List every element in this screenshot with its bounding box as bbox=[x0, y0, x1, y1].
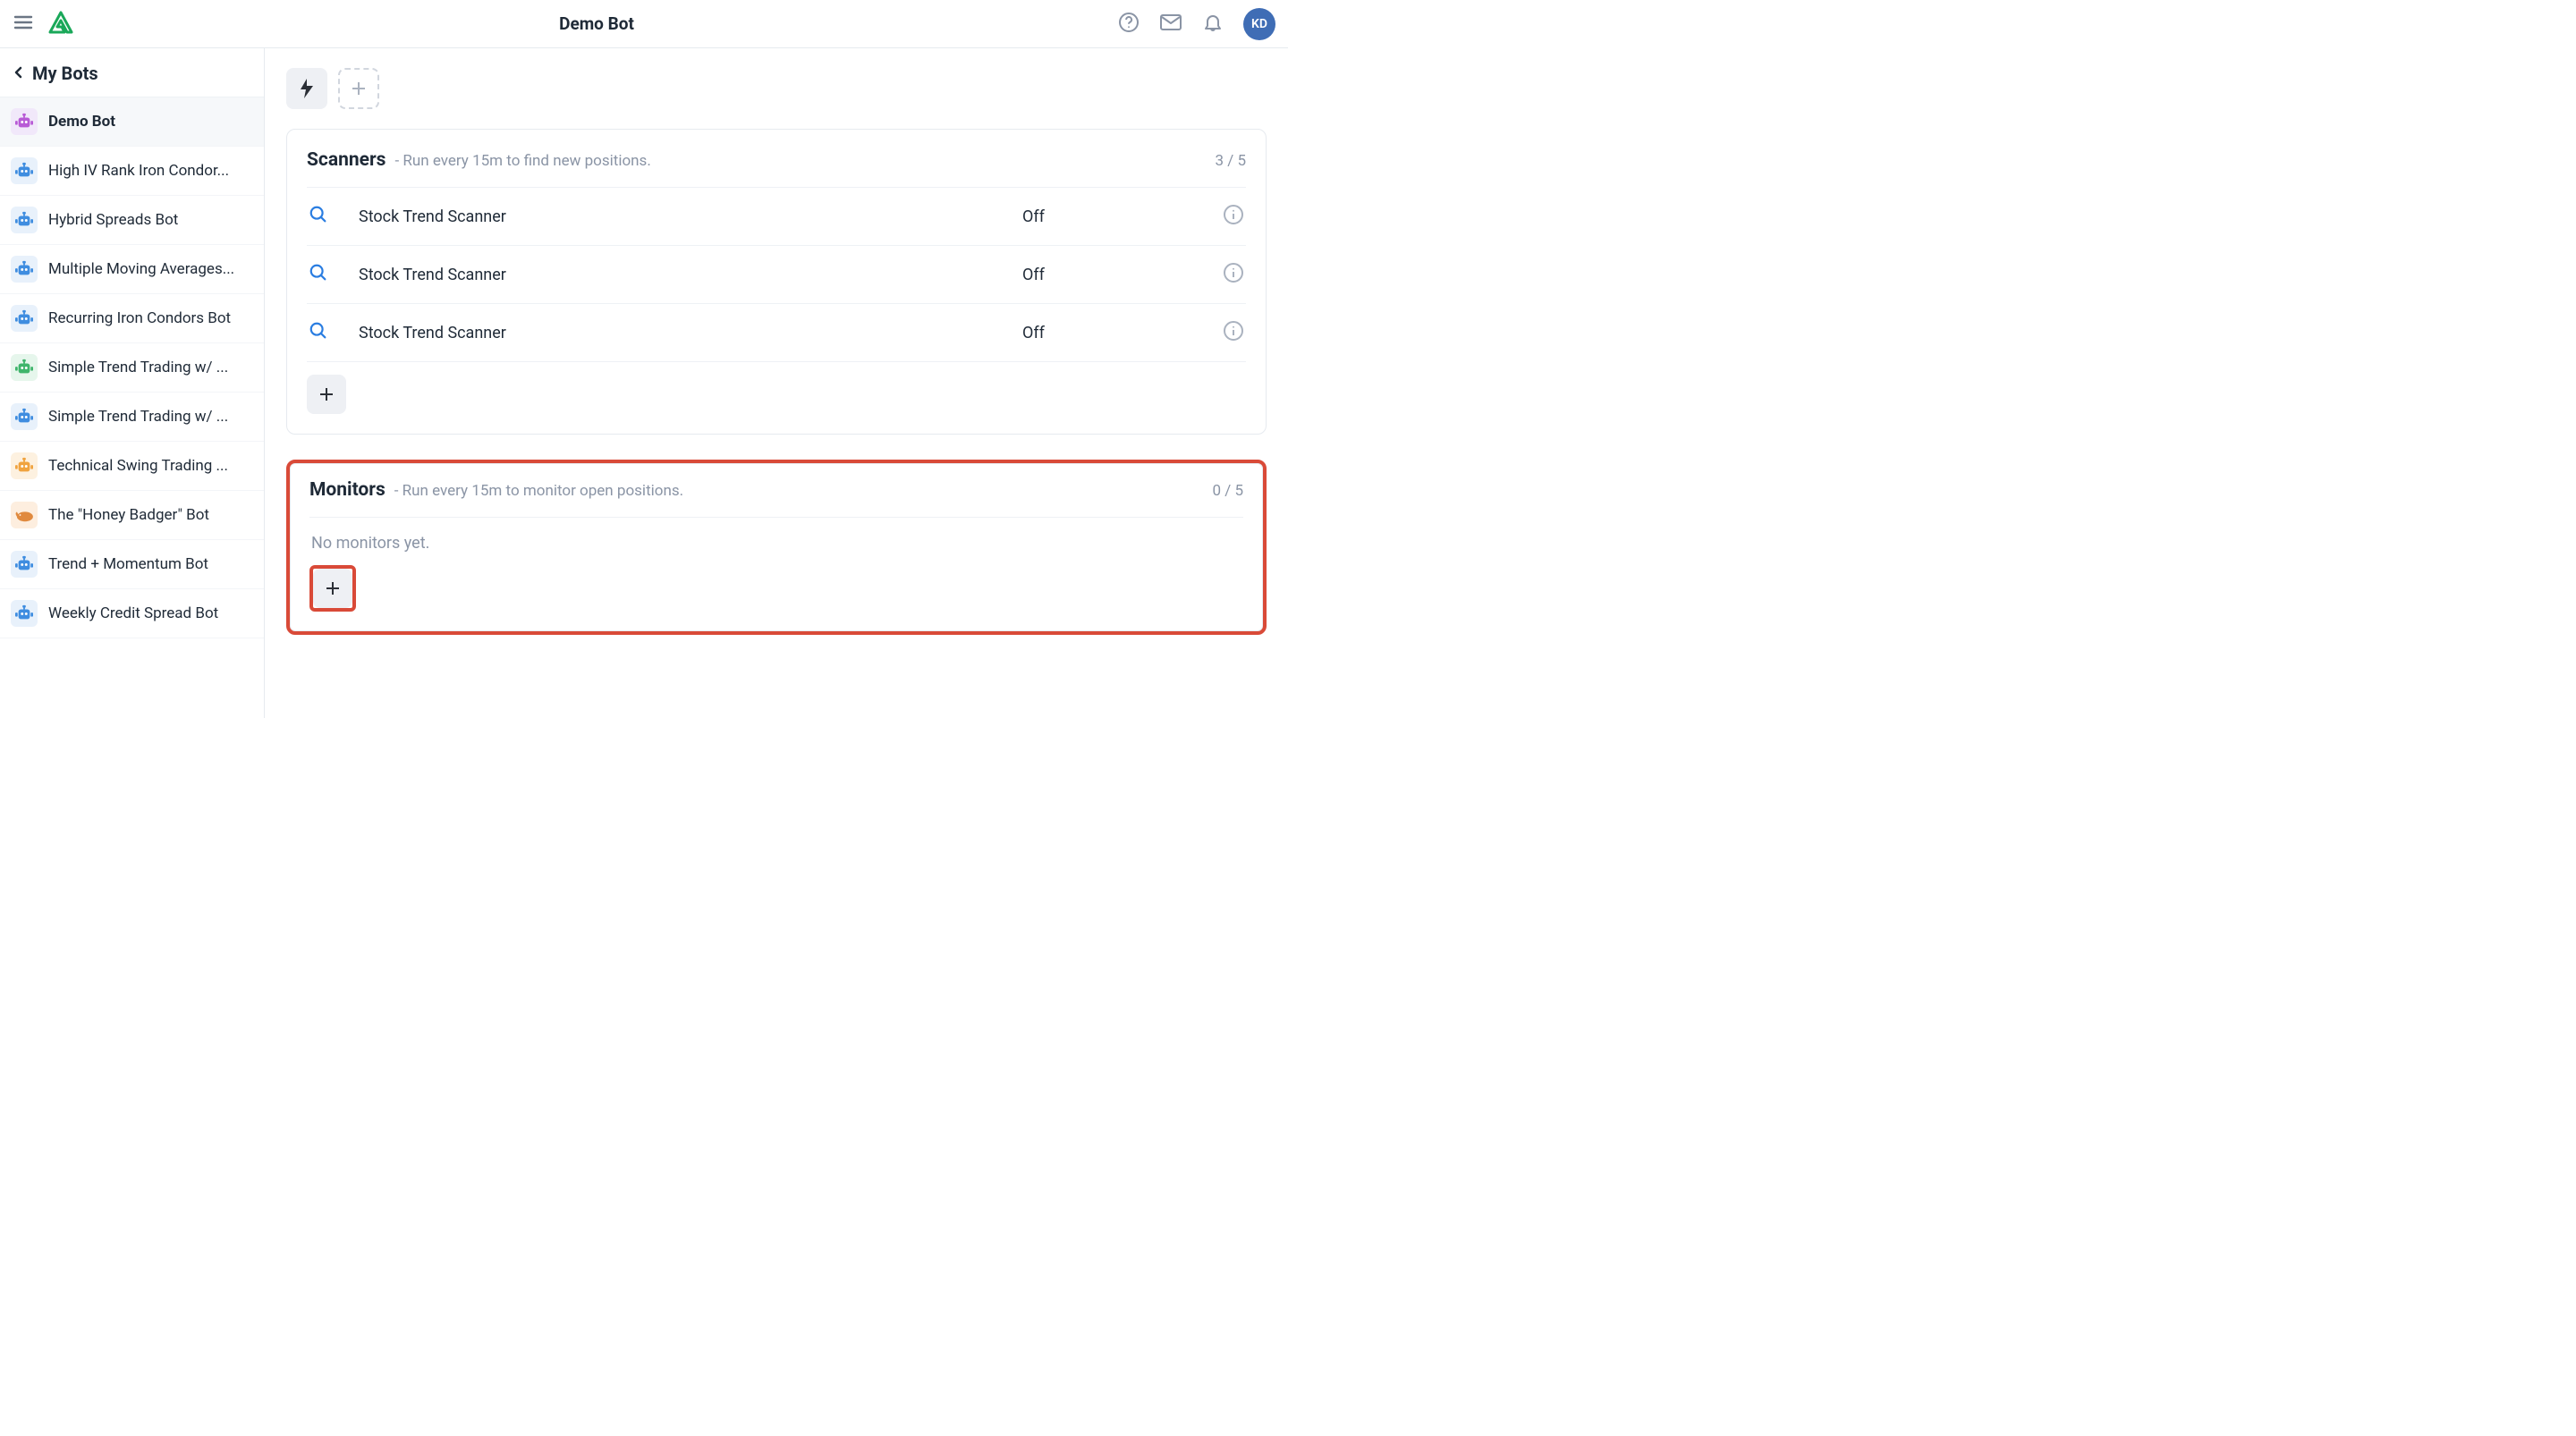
robot-icon bbox=[11, 256, 38, 283]
sidebar-item-label: High IV Rank Iron Condor... bbox=[48, 162, 229, 180]
sidebar-item-label: Simple Trend Trading w/ ... bbox=[48, 408, 228, 426]
info-icon[interactable] bbox=[1223, 320, 1244, 345]
monitors-panel: Monitors - Run every 15m to monitor open… bbox=[286, 460, 1267, 635]
menu-icon[interactable] bbox=[13, 12, 34, 37]
topbar-right: KD bbox=[1118, 8, 1275, 40]
sidebar-item-bot[interactable]: Trend + Momentum Bot bbox=[0, 540, 264, 589]
scanner-name: Stock Trend Scanner bbox=[359, 266, 1022, 284]
search-icon bbox=[309, 205, 359, 228]
scanners-panel: Scanners - Run every 15m to find new pos… bbox=[286, 129, 1267, 435]
sidebar-item-label: Technical Swing Trading ... bbox=[48, 457, 228, 475]
add-scanner-button[interactable] bbox=[307, 375, 346, 414]
robot-icon bbox=[11, 551, 38, 578]
sidebar-item-label: Simple Trend Trading w/ ... bbox=[48, 359, 228, 376]
add-monitor-button[interactable] bbox=[313, 569, 352, 608]
sidebar-title: My Bots bbox=[32, 63, 98, 84]
sidebar-back[interactable]: My Bots bbox=[0, 48, 264, 97]
avatar[interactable]: KD bbox=[1243, 8, 1275, 40]
scanner-status: Off bbox=[1022, 266, 1201, 284]
sidebar-item-label: Demo Bot bbox=[48, 113, 115, 131]
tab-row bbox=[286, 68, 1267, 109]
scanner-row[interactable]: Stock Trend ScannerOff bbox=[307, 188, 1246, 246]
sidebar-item-bot[interactable]: Simple Trend Trading w/ ... bbox=[0, 343, 264, 393]
automations-tab[interactable] bbox=[286, 68, 327, 109]
robot-icon bbox=[11, 502, 38, 528]
sidebar-item-label: Trend + Momentum Bot bbox=[48, 555, 208, 573]
robot-icon bbox=[11, 305, 38, 332]
scanner-name: Stock Trend Scanner bbox=[359, 324, 1022, 342]
sidebar-item-bot[interactable]: Technical Swing Trading ... bbox=[0, 442, 264, 491]
top-bar: Demo Bot KD bbox=[0, 0, 1288, 48]
topbar-left bbox=[13, 9, 75, 39]
sidebar-item-label: Multiple Moving Averages... bbox=[48, 260, 234, 278]
scanners-count: 3 / 5 bbox=[1215, 152, 1246, 170]
sidebar-item-bot[interactable]: Hybrid Spreads Bot bbox=[0, 196, 264, 245]
search-icon bbox=[309, 263, 359, 286]
chevron-left-icon bbox=[13, 65, 25, 82]
main-content: Scanners - Run every 15m to find new pos… bbox=[265, 48, 1288, 718]
scanners-subtitle: - Run every 15m to find new positions. bbox=[394, 152, 650, 170]
sidebar-item-bot[interactable]: The "Honey Badger" Bot bbox=[0, 491, 264, 540]
scanner-name: Stock Trend Scanner bbox=[359, 207, 1022, 226]
sidebar-item-bot[interactable]: High IV Rank Iron Condor... bbox=[0, 147, 264, 196]
search-icon bbox=[309, 321, 359, 344]
sidebar-item-label: Weekly Credit Spread Bot bbox=[48, 604, 218, 622]
robot-icon bbox=[11, 157, 38, 184]
sidebar-item-bot[interactable]: Demo Bot bbox=[0, 97, 264, 147]
robot-icon bbox=[11, 452, 38, 479]
help-icon[interactable] bbox=[1118, 12, 1140, 37]
info-icon[interactable] bbox=[1223, 262, 1244, 287]
add-monitor-highlight bbox=[309, 565, 356, 612]
bot-list: Demo Bot High IV Rank Iron Condor... Hybri… bbox=[0, 97, 264, 638]
sidebar-item-label: Hybrid Spreads Bot bbox=[48, 211, 178, 229]
sidebar-item-bot[interactable]: Simple Trend Trading w/ ... bbox=[0, 393, 264, 442]
page-title: Demo Bot bbox=[559, 13, 634, 34]
monitors-title: Monitors bbox=[309, 479, 386, 501]
sidebar-item-label: Recurring Iron Condors Bot bbox=[48, 309, 231, 327]
monitors-subtitle: - Run every 15m to monitor open position… bbox=[394, 482, 683, 500]
monitors-header: Monitors - Run every 15m to monitor open… bbox=[309, 479, 1243, 518]
scanners-title: Scanners bbox=[307, 149, 386, 171]
scanner-row[interactable]: Stock Trend ScannerOff bbox=[307, 304, 1246, 362]
monitors-count: 0 / 5 bbox=[1212, 482, 1243, 500]
scanner-row[interactable]: Stock Trend ScannerOff bbox=[307, 246, 1246, 304]
add-tab-button[interactable] bbox=[338, 68, 379, 109]
scanner-status: Off bbox=[1022, 207, 1201, 226]
robot-icon bbox=[11, 403, 38, 430]
monitors-empty: No monitors yet. bbox=[309, 518, 1243, 556]
sidebar: My Bots Demo Bot High IV Rank Iron Condor… bbox=[0, 48, 265, 718]
logo-icon[interactable] bbox=[47, 9, 75, 39]
robot-icon bbox=[11, 108, 38, 135]
robot-icon bbox=[11, 600, 38, 627]
sidebar-item-bot[interactable]: Recurring Iron Condors Bot bbox=[0, 294, 264, 343]
sidebar-item-bot[interactable]: Multiple Moving Averages... bbox=[0, 245, 264, 294]
bell-icon[interactable] bbox=[1202, 12, 1224, 37]
info-icon[interactable] bbox=[1223, 204, 1244, 229]
sidebar-item-bot[interactable]: Weekly Credit Spread Bot bbox=[0, 589, 264, 638]
scanners-header: Scanners - Run every 15m to find new pos… bbox=[307, 149, 1246, 188]
robot-icon bbox=[11, 207, 38, 233]
robot-icon bbox=[11, 354, 38, 381]
sidebar-item-label: The "Honey Badger" Bot bbox=[48, 506, 209, 524]
mail-icon[interactable] bbox=[1159, 12, 1182, 37]
scanner-status: Off bbox=[1022, 324, 1201, 342]
